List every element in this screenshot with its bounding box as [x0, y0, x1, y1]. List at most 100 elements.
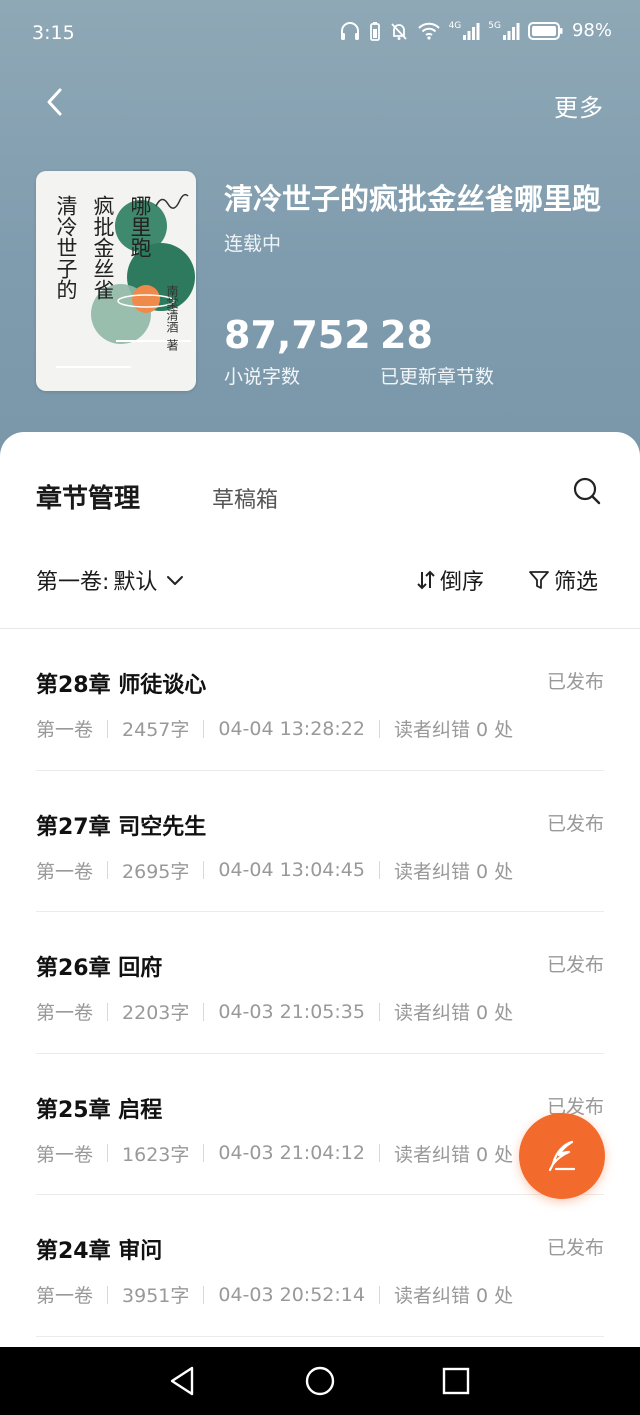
meta-separator — [203, 1285, 205, 1304]
chapter-status: 已发布 — [546, 1237, 604, 1259]
nav-back-button[interactable] — [166, 1364, 200, 1398]
chapter-count-label: 已更新章节数 — [380, 366, 495, 388]
book-status: 连载中 — [224, 233, 282, 255]
meta-separator — [203, 1144, 205, 1162]
chapter-timestamp: 04-03 21:04:12 — [218, 1142, 365, 1164]
meta-separator — [378, 1285, 380, 1304]
meta-separator — [203, 1002, 205, 1021]
chapter-list: 第28章 师徒谈心 已发布 第一卷 2457字 04-04 13:28:22 读… — [0, 629, 640, 1337]
wifi-icon — [417, 21, 441, 41]
sort-label: 倒序 — [440, 570, 485, 595]
more-button[interactable]: 更多 — [554, 88, 604, 123]
chapter-word-count: 3951字 — [122, 1285, 190, 1307]
nav-home-button[interactable] — [303, 1364, 337, 1398]
circle-home-icon — [305, 1366, 335, 1396]
status-time: 3:15 — [32, 22, 75, 44]
meta-separator — [378, 1002, 380, 1021]
tab-chapter-management[interactable]: 章节管理 — [36, 478, 140, 515]
chapter-word-count: 2203字 — [122, 1002, 190, 1024]
signal-4g-icon: 4G — [449, 21, 481, 41]
chapter-row[interactable]: 第24章 审问 已发布 第一卷 3951字 04-03 20:52:14 读者纠… — [0, 1195, 640, 1337]
square-recents-icon — [442, 1367, 470, 1395]
tab-drafts[interactable]: 草稿箱 — [212, 482, 278, 514]
chapter-volume: 第一卷 — [36, 719, 94, 741]
sort-order-button[interactable]: 倒序 — [416, 564, 484, 596]
chapter-error-count: 读者纠错 0 处 — [393, 1285, 514, 1307]
filter-button[interactable]: 筛选 — [528, 564, 598, 596]
meta-separator — [203, 861, 205, 879]
chapter-row[interactable]: 第27章 司空先生 已发布 第一卷 2695字 04-04 13:04:45 读… — [0, 771, 640, 912]
chapter-meta: 第一卷 2203字 04-03 21:05:35 读者纠错 0 处 — [36, 998, 513, 1025]
chapter-status: 已发布 — [546, 812, 604, 835]
volume-prefix: 第一卷: — [36, 570, 110, 595]
volume-selector[interactable]: 第一卷: 默认 — [36, 564, 185, 596]
cover-author: 南棠清酒 著 — [165, 285, 179, 351]
chapter-word-count: 2695字 — [122, 860, 190, 883]
chapter-volume: 第一卷 — [36, 1285, 94, 1307]
chapter-error-count: 读者纠错 0 处 — [393, 1143, 514, 1166]
battery-percent: 98% — [571, 20, 612, 41]
chapter-meta: 第一卷 2695字 04-04 13:04:45 读者纠错 0 处 — [36, 857, 513, 884]
battery-small-icon — [369, 21, 381, 41]
book-cover: 哪里跑 疯批金丝雀 清冷世子的 南棠清酒 著 — [36, 171, 196, 391]
word-count-value: 87,752 — [224, 313, 371, 357]
meta-separator — [203, 719, 205, 738]
chapter-error-count: 读者纠错 0 处 — [393, 860, 514, 883]
volume-value: 默认 — [113, 570, 158, 595]
chapter-meta: 第一卷 2457字 04-04 13:28:22 读者纠错 0 处 — [36, 715, 513, 742]
chevron-left-icon — [47, 88, 62, 116]
system-navigation-bar — [0, 1347, 640, 1415]
meta-separator — [107, 1285, 109, 1304]
chapter-word-count: 1623字 — [122, 1143, 190, 1166]
triangle-back-icon — [170, 1366, 194, 1396]
signal-5g-icon: 5G — [488, 21, 520, 41]
chapter-volume: 第一卷 — [36, 1002, 94, 1024]
row-divider — [36, 1335, 604, 1337]
sort-arrows-icon — [417, 570, 435, 590]
chapter-row[interactable]: 第28章 师徒谈心 已发布 第一卷 2457字 04-04 13:28:22 读… — [0, 629, 640, 771]
chapter-meta: 第一卷 1623字 04-03 21:04:12 读者纠错 0 处 — [36, 1140, 513, 1167]
write-chapter-fab[interactable] — [519, 1113, 605, 1199]
battery-icon — [527, 21, 564, 41]
chapter-title: 第24章 审问 — [36, 1239, 163, 1264]
nav-recents-button[interactable] — [439, 1364, 473, 1398]
search-button[interactable] — [572, 476, 602, 506]
back-button[interactable] — [38, 84, 74, 120]
quill-write-icon — [548, 1140, 576, 1172]
headphones-icon — [339, 21, 361, 41]
search-icon — [573, 477, 601, 505]
chapter-title: 第28章 师徒谈心 — [36, 673, 207, 698]
chapter-timestamp: 04-04 13:04:45 — [218, 859, 365, 881]
meta-separator — [107, 719, 109, 738]
chapter-timestamp: 04-04 13:28:22 — [218, 717, 365, 740]
chapter-title: 第25章 启程 — [36, 1097, 163, 1123]
book-title: 清冷世子的疯批金丝雀哪里跑 — [224, 182, 602, 216]
chevron-down-icon — [167, 576, 184, 585]
meta-separator — [378, 861, 380, 879]
chapter-row[interactable]: 第26章 回府 已发布 第一卷 2203字 04-03 21:05:35 读者纠… — [0, 912, 640, 1054]
chapter-timestamp: 04-03 20:52:14 — [218, 1283, 365, 1306]
filter-label: 筛选 — [554, 570, 599, 595]
meta-separator — [378, 719, 380, 738]
chapter-error-count: 读者纠错 0 处 — [393, 1002, 514, 1024]
chapter-count-value: 28 — [380, 313, 433, 357]
chapter-title: 第27章 司空先生 — [36, 814, 207, 840]
chapter-panel: 章节管理 草稿箱 第一卷: 默认 倒序 筛选 第28章 师徒谈心 已发布 第一卷… — [0, 432, 640, 1347]
cover-title: 哪里跑 疯批金丝雀 清冷世子的 — [54, 195, 152, 300]
filter-funnel-icon — [529, 571, 549, 589]
chapter-volume: 第一卷 — [36, 860, 94, 883]
meta-separator — [107, 1144, 109, 1162]
chapter-status: 已发布 — [546, 954, 604, 976]
chapter-volume: 第一卷 — [36, 1143, 94, 1166]
chapter-title: 第26章 回府 — [36, 956, 163, 981]
chapter-error-count: 读者纠错 0 处 — [393, 719, 514, 741]
chapter-meta: 第一卷 3951字 04-03 20:52:14 读者纠错 0 处 — [36, 1281, 513, 1308]
status-bar: 3:15 4G 5G 98% — [0, 0, 640, 70]
word-count-stat: 87,752 小说字数 — [224, 316, 371, 389]
chapter-status: 已发布 — [546, 671, 604, 693]
mute-bell-icon — [389, 21, 409, 41]
meta-separator — [378, 1144, 380, 1162]
chapter-count-stat: 28 已更新章节数 — [380, 316, 494, 389]
chapter-timestamp: 04-03 21:05:35 — [218, 1000, 365, 1023]
meta-separator — [107, 861, 109, 879]
